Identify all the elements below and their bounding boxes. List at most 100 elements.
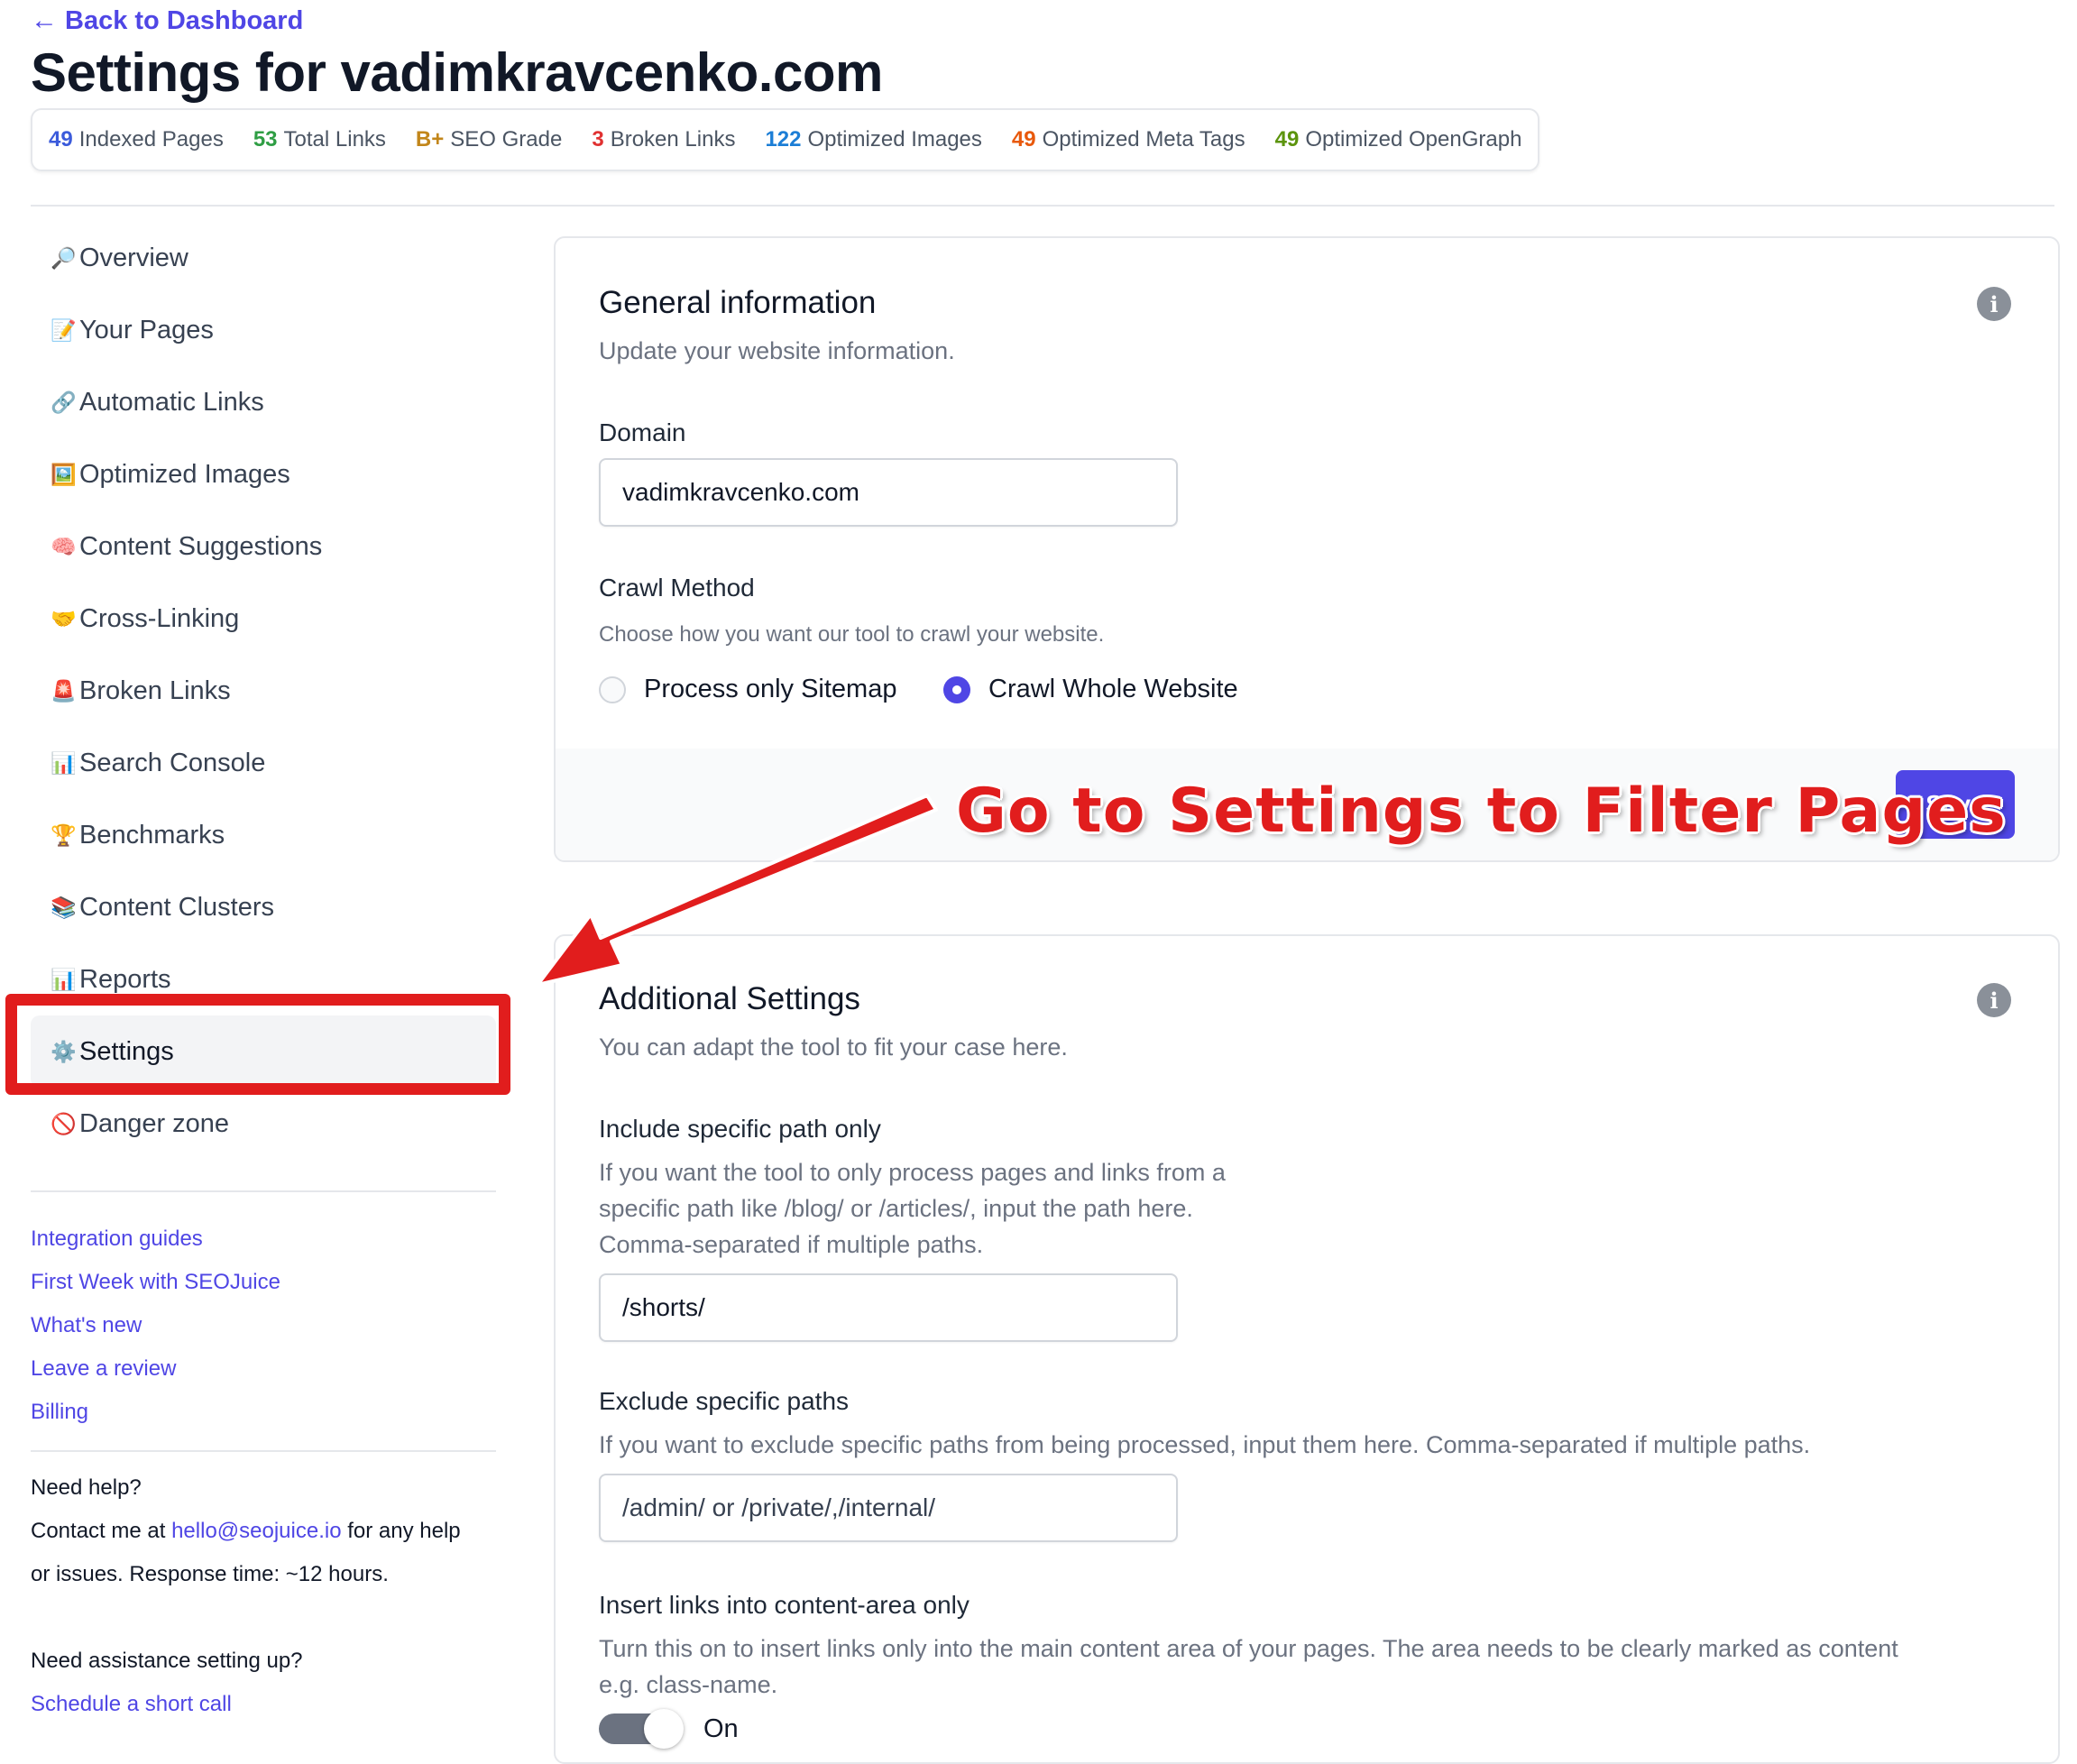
radio-label: Process only Sitemap: [644, 675, 897, 703]
arrow-left-icon: ←: [31, 5, 58, 35]
annotation-highlight-box: [5, 994, 510, 1095]
radio-crawl-whole-website[interactable]: Crawl Whole Website: [943, 675, 1238, 704]
billing-link[interactable]: Billing: [31, 1391, 496, 1434]
sidebar-item-label: Broken Links: [79, 675, 231, 705]
general-information-card: General information Update your website …: [554, 236, 2060, 862]
toggle-knob[interactable]: [644, 1709, 684, 1749]
stat-indexed-pages: 49 Indexed Pages: [49, 127, 224, 152]
sidebar-item-label: Benchmarks: [79, 820, 225, 850]
radio-checked[interactable]: [943, 675, 970, 703]
brain-icon: 🧠: [51, 534, 77, 558]
sidebar-item-label: Danger zone: [79, 1108, 230, 1138]
sidebar-item-content-suggestions[interactable]: 🧠 Content Suggestions: [31, 510, 496, 583]
exclude-paths-desc: If you want to exclude specific paths fr…: [599, 1431, 1811, 1458]
first-week-link[interactable]: First Week with SEOJuice: [31, 1261, 496, 1304]
prohibited-icon: 🚫: [51, 1111, 77, 1135]
magnifier-icon: 🔎: [51, 245, 77, 270]
sidebar-item-content-clusters[interactable]: 📚 Content Clusters: [31, 871, 496, 943]
trophy-icon: 🏆: [51, 822, 77, 847]
page-title: Settings for vadimkravcenko.com: [31, 42, 883, 103]
additional-settings-subtitle: You can adapt the tool to fit your case …: [599, 1034, 1068, 1061]
help-email-link[interactable]: hello@seojuice.io: [171, 1519, 341, 1543]
exclude-paths-label: Exclude specific paths: [599, 1387, 850, 1415]
integration-guides-link[interactable]: Integration guides: [31, 1217, 496, 1261]
toggle-label: On: [703, 1713, 739, 1743]
content-area-desc: Turn this on to insert links only into t…: [599, 1631, 1898, 1703]
sidebar-item-label: Overview: [79, 243, 188, 272]
siren-icon: 🚨: [51, 678, 77, 703]
general-information-title: General information: [599, 285, 877, 320]
content-area-desc-line: e.g. class-name.: [599, 1671, 778, 1698]
back-to-dashboard-link[interactable]: ← Back to Dashboard: [31, 5, 303, 36]
sidebar-item-automatic-links[interactable]: 🔗 Automatic Links: [31, 366, 496, 438]
info-icon[interactable]: i: [1977, 983, 2011, 1017]
sidebar-item-danger-zone[interactable]: 🚫 Danger zone: [31, 1088, 496, 1160]
back-to-dashboard-label: Back to Dashboard: [65, 5, 304, 35]
sidebar-item-broken-links[interactable]: 🚨 Broken Links: [31, 655, 496, 727]
leave-review-link[interactable]: Leave a review: [31, 1347, 496, 1391]
picture-icon: 🖼️: [51, 462, 77, 486]
assist-heading: Need assistance setting up?: [31, 1649, 303, 1673]
additional-settings-card: Additional Settings You can adapt the to…: [554, 934, 2060, 1764]
help-contact-suffix: for any help: [347, 1519, 461, 1543]
stat-label: Indexed Pages: [78, 127, 224, 152]
help-contact-prefix: Contact me at: [31, 1519, 166, 1543]
domain-input[interactable]: [599, 458, 1178, 527]
sidebar-item-cross-linking[interactable]: 🤝 Cross-Linking: [31, 583, 496, 655]
stat-label: Optimized Images: [807, 127, 982, 152]
books-icon: 📚: [51, 895, 77, 919]
sidebar-item-label: Content Suggestions: [79, 531, 323, 561]
stat-label: Total Links: [283, 127, 386, 152]
stats-bar: 49 Indexed Pages 53 Total Links B+ SEO Grad…: [31, 108, 1540, 171]
crawl-method-desc: Choose how you want our tool to crawl yo…: [599, 622, 1105, 647]
sidebar-item-label: Automatic Links: [79, 387, 264, 417]
toggle-track[interactable]: [599, 1709, 684, 1749]
help-contact-line2: or issues. Response time: ~12 hours.: [31, 1562, 389, 1586]
sidebar-item-label: Search Console: [79, 748, 266, 777]
include-path-desc-line: Comma-separated if multiple paths.: [599, 1231, 984, 1258]
stat-label: Optimized Meta Tags: [1042, 127, 1245, 152]
sidebar-item-label: Content Clusters: [79, 892, 274, 922]
stat-label: SEO Grade: [450, 127, 563, 152]
sidebar-item-benchmarks[interactable]: 🏆 Benchmarks: [31, 799, 496, 871]
stat-value: 49: [49, 127, 73, 152]
stat-value: 49: [1011, 127, 1036, 152]
help-section: Need help? Contact me at hello@seojuice.…: [31, 1452, 496, 1726]
stat-optimized-meta-tags: 49 Optimized Meta Tags: [1012, 127, 1245, 152]
sidebar-item-overview[interactable]: 🔎 Overview: [31, 222, 496, 294]
sidebar-item-label: Optimized Images: [79, 459, 290, 489]
whats-new-link[interactable]: What's new: [31, 1304, 496, 1347]
handshake-icon: 🤝: [51, 606, 77, 630]
sidebar-item-search-console[interactable]: 📊 Search Console: [31, 727, 496, 799]
stat-broken-links: 3 Broken Links: [592, 127, 735, 152]
stat-value: 122: [765, 127, 802, 152]
exclude-paths-input[interactable]: [599, 1474, 1178, 1542]
bar-chart-icon: 📊: [51, 750, 77, 775]
stat-value: 3: [592, 127, 604, 152]
info-icon[interactable]: i: [1977, 287, 2011, 321]
crawl-method-label: Crawl Method: [599, 574, 755, 602]
radio-label: Crawl Whole Website: [988, 675, 1238, 703]
header-divider: [31, 205, 2054, 207]
stat-value: B+: [415, 127, 445, 152]
bar-chart-icon: 📊: [51, 967, 77, 991]
sidebar-nav: 🔎 Overview 📝 Your Pages 🔗 Automatic Links 🖼…: [31, 222, 496, 1726]
help-contact: Contact me at hello@seojuice.io for any …: [31, 1510, 496, 1553]
radio-unchecked[interactable]: [599, 675, 626, 703]
stat-optimized-images: 122 Optimized Images: [765, 127, 981, 152]
general-information-subtitle: Update your website information.: [599, 337, 955, 364]
content-area-label: Insert links into content-area only: [599, 1591, 970, 1619]
stat-label: Optimized OpenGraph: [1305, 127, 1522, 152]
sidebar-item-label: Cross-Linking: [79, 603, 240, 633]
include-path-desc-line: specific path like /blog/ or /articles/,…: [599, 1195, 1193, 1222]
include-path-label: Include specific path only: [599, 1115, 881, 1143]
content-area-toggle[interactable]: On: [599, 1709, 739, 1749]
include-path-input[interactable]: [599, 1273, 1178, 1342]
radio-process-sitemap[interactable]: Process only Sitemap: [599, 675, 896, 704]
additional-settings-title: Additional Settings: [599, 981, 860, 1016]
stat-total-links: 53 Total Links: [253, 127, 386, 152]
sidebar-item-optimized-images[interactable]: 🖼️ Optimized Images: [31, 438, 496, 510]
memo-icon: 📝: [51, 317, 77, 342]
sidebar-item-your-pages[interactable]: 📝 Your Pages: [31, 294, 496, 366]
schedule-call-link[interactable]: Schedule a short call: [31, 1683, 496, 1726]
